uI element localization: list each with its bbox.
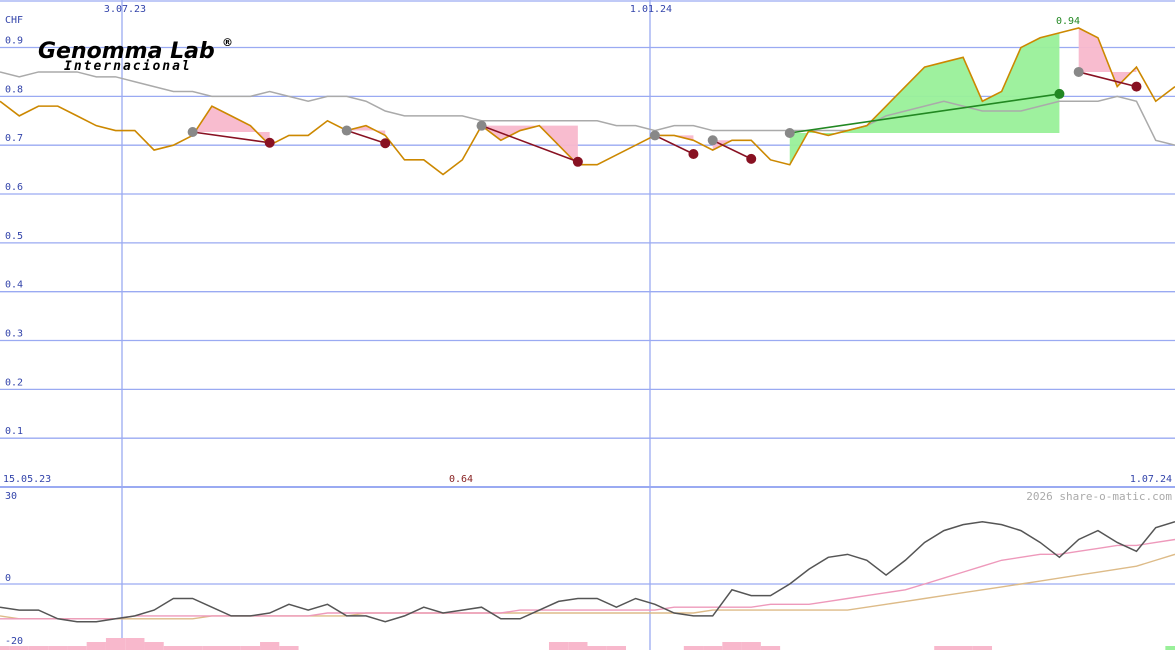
y-tick-label: 0.4 <box>5 280 23 291</box>
volume-bar <box>606 646 627 650</box>
volume-bar <box>568 642 588 650</box>
buy-marker <box>707 135 718 146</box>
sell-marker <box>380 138 391 149</box>
buy-marker <box>476 120 487 131</box>
volume-bar <box>163 646 183 650</box>
sell-marker <box>1054 88 1065 99</box>
brand-subtitle: Internacional <box>64 59 192 74</box>
y-tick-label: 0.3 <box>5 329 23 340</box>
moving-average-line <box>0 553 1175 620</box>
loss-area <box>192 106 270 146</box>
y-tick-label: 0.8 <box>5 84 23 95</box>
y-tick-label: 0.6 <box>5 182 23 193</box>
currency-label: CHF <box>5 15 23 26</box>
volume-bar <box>221 646 241 650</box>
volume-bar <box>240 646 261 650</box>
volume-bar <box>9 646 29 650</box>
volume-bar <box>741 642 761 650</box>
sell-marker <box>572 156 583 167</box>
volume-bar <box>28 646 49 650</box>
x-date-label: 1.01.24 <box>630 4 672 15</box>
buy-marker <box>187 127 198 138</box>
registered-mark: ® <box>222 36 233 49</box>
y-tick-label: 0.9 <box>5 36 23 47</box>
buy-marker <box>784 127 795 138</box>
buy-marker <box>1073 66 1084 77</box>
volume-bar <box>722 642 742 650</box>
brand-logo: Genomma Lab ® Internacional <box>38 36 233 74</box>
volume-bar <box>182 646 203 650</box>
volume-bar <box>953 646 973 650</box>
volume-bar <box>279 646 299 650</box>
y-tick-label: 0.2 <box>5 377 23 388</box>
volume-bar <box>105 638 126 650</box>
lower-y-tick-label: 0 <box>5 573 11 584</box>
low-value-label: 0.64 <box>449 474 473 485</box>
volume-bar <box>760 646 781 650</box>
volume-bar <box>260 642 280 650</box>
lower-y-tick-label: 30 <box>5 491 17 502</box>
volume-bar <box>972 646 993 650</box>
volume-bar <box>683 646 704 650</box>
y-tick-label: 0.1 <box>5 426 23 437</box>
chart-stage: 0.1 0.2 0.3 0.4 0.5 0.6 0.7 0.8 0.9 30 0 -20 CHF 3.… <box>0 0 1175 650</box>
volume-bar <box>0 646 10 650</box>
sell-marker <box>1131 81 1142 92</box>
indicator-panel <box>0 520 1175 650</box>
y-tick-label: 0.5 <box>5 231 23 242</box>
chart-svg: 0.1 0.2 0.3 0.4 0.5 0.6 0.7 0.8 0.9 30 0 -20 CHF 3.… <box>0 0 1175 650</box>
sell-marker <box>746 153 757 164</box>
sell-marker <box>264 137 275 148</box>
x-date-label: 3.07.23 <box>104 4 146 15</box>
volume-bar <box>587 646 607 650</box>
loss-area <box>1078 27 1137 87</box>
volume-bar <box>67 646 87 650</box>
volume-bar <box>548 642 569 650</box>
high-value-label: 0.94 <box>1056 16 1080 27</box>
trade-line <box>712 139 752 160</box>
volume-bar <box>703 646 723 650</box>
end-date-label: 1.07.24 <box>1130 474 1172 485</box>
volume-bar <box>125 638 145 650</box>
momentum-line <box>0 520 1175 623</box>
moving-average-line <box>0 538 1175 620</box>
volume-bar <box>934 646 954 650</box>
labels-layer: CHF 3.07.23 1.01.24 15.05.23 1.07.24 0.9… <box>3 4 1172 503</box>
lower-y-tick-label: -20 <box>5 636 23 647</box>
volume-bar <box>202 646 222 650</box>
buy-marker <box>341 125 352 136</box>
volume-bar <box>48 646 68 650</box>
sell-marker <box>688 148 699 159</box>
volume-bar <box>86 642 106 650</box>
start-date-label: 15.05.23 <box>3 474 51 485</box>
credit-label: 2026 share-o-matic.com <box>1026 490 1172 503</box>
volume-bar <box>144 642 164 650</box>
loss-area <box>346 125 386 136</box>
y-tick-label: 0.7 <box>5 133 23 144</box>
buy-marker <box>649 130 660 141</box>
volume-bar <box>1165 646 1175 650</box>
